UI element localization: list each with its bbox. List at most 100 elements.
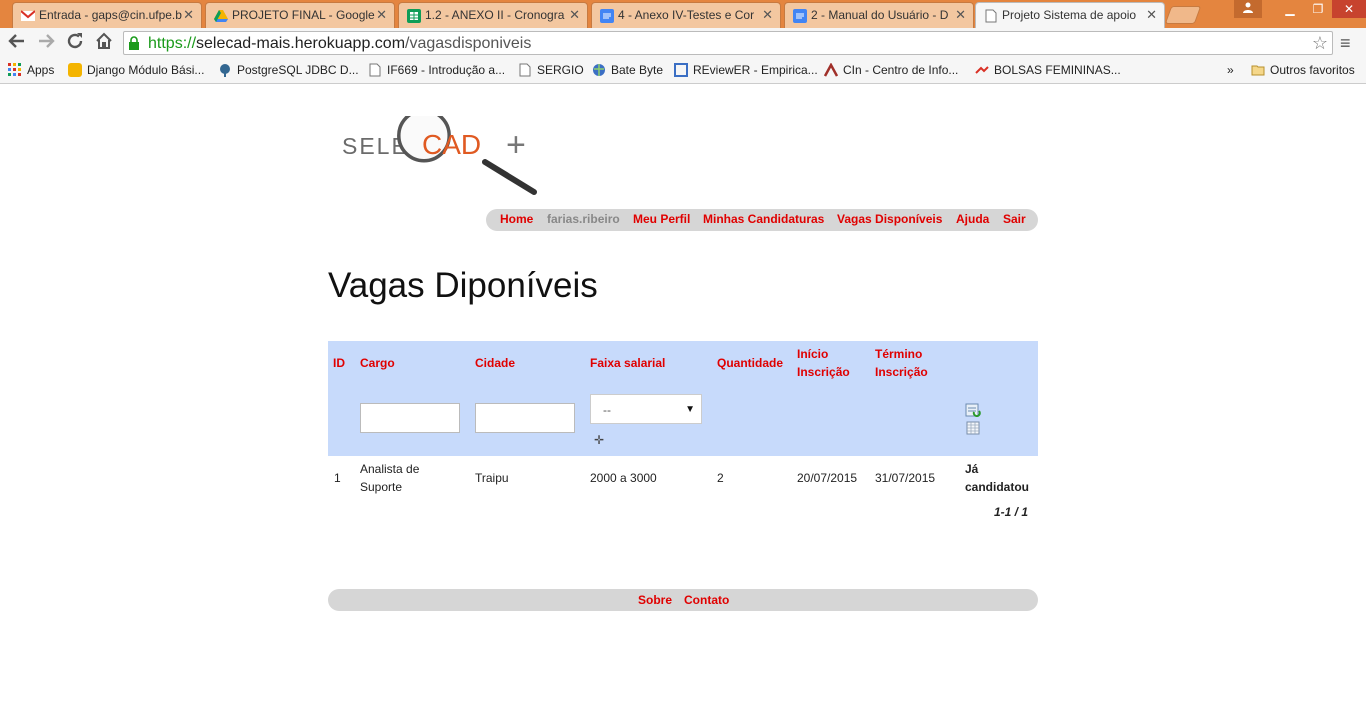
close-icon[interactable]: ✕ xyxy=(183,7,194,23)
url-text: https://selecad-mais.herokuapp.com/vagas… xyxy=(148,35,531,53)
close-icon[interactable]: ✕ xyxy=(569,7,580,23)
globe-icon xyxy=(592,63,606,77)
tab-sheet[interactable]: 1.2 - ANEXO II - Cronogra ✕ xyxy=(398,2,588,28)
cidade-filter-input[interactable] xyxy=(475,403,575,433)
spreadsheet-icon[interactable] xyxy=(966,421,980,435)
bookmark-label: Outros favoritos xyxy=(1270,63,1355,77)
header-line: Inscrição xyxy=(797,365,850,379)
bookmark-icon xyxy=(674,63,688,77)
bookmark-apps[interactable]: Apps xyxy=(8,63,54,77)
tab-doc-manual[interactable]: 2 - Manual do Usuário - D ✕ xyxy=(784,2,974,28)
faixa-filter-select[interactable]: -- ▼ xyxy=(590,394,702,424)
bookmarks-bar: Apps Django Módulo Bási... PostgreSQL JD… xyxy=(0,58,1366,84)
page-icon xyxy=(368,63,382,77)
cell-faixa: 2000 a 3000 xyxy=(590,471,657,485)
tab-gmail[interactable]: Entrada - gaps@cin.ufpe.b ✕ xyxy=(12,2,202,28)
cargo-filter-input[interactable] xyxy=(360,403,460,433)
tab-doc-anexo[interactable]: 4 - Anexo IV-Testes e Cor ✕ xyxy=(591,2,781,28)
tab-strip: Entrada - gaps@cin.ufpe.b ✕ PROJETO FINA… xyxy=(0,0,1366,29)
logo-text-right: + xyxy=(506,126,526,164)
col-header-cidade[interactable]: Cidade xyxy=(475,354,515,372)
add-filter-icon[interactable]: ✛ xyxy=(594,433,604,447)
reload-icon[interactable] xyxy=(64,32,86,54)
bookmark-label: BOLSAS FEMININAS... xyxy=(994,63,1121,77)
cell-id: 1 xyxy=(334,471,341,485)
cell-line: Suporte xyxy=(360,480,403,494)
cin-icon xyxy=(823,62,839,77)
address-bar[interactable]: https://selecad-mais.herokuapp.com/vagas… xyxy=(123,31,1333,55)
docs-icon xyxy=(793,9,807,23)
col-header-cargo[interactable]: Cargo xyxy=(360,354,395,372)
postgres-icon xyxy=(218,63,232,77)
bookmark-cin[interactable]: CIn - Centro de Info... xyxy=(823,62,958,77)
bookmark-label: SERGIO xyxy=(537,63,584,77)
user-icon[interactable] xyxy=(1234,0,1262,18)
close-icon[interactable]: ✕ xyxy=(376,7,387,23)
bookmark-label: REviewER - Empirica... xyxy=(693,63,818,77)
col-header-inicio[interactable]: Início Inscrição xyxy=(797,345,850,381)
folder-icon xyxy=(1251,63,1265,77)
lock-icon xyxy=(128,36,140,50)
tab-title: 4 - Anexo IV-Testes e Cor xyxy=(618,8,755,22)
nav-profile[interactable]: Meu Perfil xyxy=(633,212,690,226)
tab-title: Entrada - gaps@cin.ufpe.b xyxy=(39,8,182,22)
bookmark-bolsas[interactable]: BOLSAS FEMININAS... xyxy=(975,63,1121,77)
bookmark-postgres[interactable]: PostgreSQL JDBC D... xyxy=(218,63,359,77)
close-icon[interactable]: ✕ xyxy=(762,7,773,23)
chrome-menu-icon[interactable]: ≡ xyxy=(1340,33,1351,54)
url-host: selecad-mais.herokuapp.com xyxy=(196,35,406,52)
bookmark-sergio[interactable]: SERGIO xyxy=(518,63,584,77)
pagination-info: 1-1 / 1 xyxy=(994,505,1029,519)
bookmark-label: Apps xyxy=(27,63,55,77)
forward-icon[interactable] xyxy=(35,32,57,54)
nav-my-applications[interactable]: Minhas Candidaturas xyxy=(703,212,824,226)
page-icon xyxy=(984,9,998,23)
bookmark-label: PostgreSQL JDBC D... xyxy=(237,63,359,77)
bookmark-label: Django Módulo Bási... xyxy=(87,63,205,77)
sheets-icon xyxy=(407,9,421,23)
minimize-icon[interactable]: ▁ xyxy=(1276,0,1304,18)
home-icon[interactable] xyxy=(93,32,115,54)
footer-about-link[interactable]: Sobre xyxy=(638,593,672,607)
select-value: -- xyxy=(603,403,611,417)
bookmark-if669[interactable]: IF669 - Introdução a... xyxy=(368,63,505,77)
close-icon[interactable]: ✕ xyxy=(1146,7,1157,23)
bookmark-label: Bate Byte xyxy=(611,63,664,77)
header-line: Início xyxy=(797,347,829,361)
bookmark-star-icon[interactable]: ☆ xyxy=(1312,33,1328,54)
cell-line: Analista de xyxy=(360,462,420,476)
drive-icon xyxy=(214,9,228,23)
page-icon xyxy=(518,63,532,77)
new-tab-button[interactable] xyxy=(1164,6,1202,24)
close-icon[interactable]: ✕ xyxy=(955,7,966,23)
bookmark-other[interactable]: Outros favoritos xyxy=(1251,63,1355,77)
tab-title: 2 - Manual do Usuário - D xyxy=(811,8,949,22)
selecad-logo[interactable]: SELE CAD + xyxy=(340,108,540,198)
window-close-icon[interactable]: ✕ xyxy=(1332,0,1366,18)
nav-logout[interactable]: Sair xyxy=(1003,212,1026,226)
refresh-icon[interactable] xyxy=(965,403,981,418)
bookmarks-overflow[interactable]: » xyxy=(1227,63,1234,77)
footer-contact-link[interactable]: Contato xyxy=(684,593,729,607)
col-header-quantidade[interactable]: Quantidade xyxy=(717,354,783,372)
page-title: Vagas Diponíveis xyxy=(328,266,598,305)
cell-termino: 31/07/2015 xyxy=(875,471,936,485)
col-header-termino[interactable]: Término Inscrição xyxy=(875,345,928,381)
tab-selecad[interactable]: Projeto Sistema de apoio ✕ xyxy=(975,2,1165,29)
url-path: /vagasdisponiveis xyxy=(405,35,532,52)
restore-icon[interactable]: ❐ xyxy=(1304,0,1332,18)
back-icon[interactable] xyxy=(6,32,28,54)
nav-help[interactable]: Ajuda xyxy=(956,212,989,226)
nav-available-jobs[interactable]: Vagas Disponíveis xyxy=(837,212,942,226)
col-header-id[interactable]: ID xyxy=(333,354,345,372)
bookmark-django[interactable]: Django Módulo Bási... xyxy=(68,63,204,77)
footer-bar: Sobre Contato xyxy=(328,589,1038,611)
bookmark-batebyte[interactable]: Bate Byte xyxy=(592,63,663,77)
tab-drive[interactable]: PROJETO FINAL - Google ✕ xyxy=(205,2,395,28)
nav-home[interactable]: Home xyxy=(500,212,533,226)
cell-inicio: 20/07/2015 xyxy=(797,471,858,485)
cell-quantidade: 2 xyxy=(717,471,724,485)
cell-line: Já xyxy=(965,462,979,476)
bookmark-reviewer[interactable]: REviewER - Empirica... xyxy=(674,63,818,77)
col-header-faixa[interactable]: Faixa salarial xyxy=(590,354,665,372)
